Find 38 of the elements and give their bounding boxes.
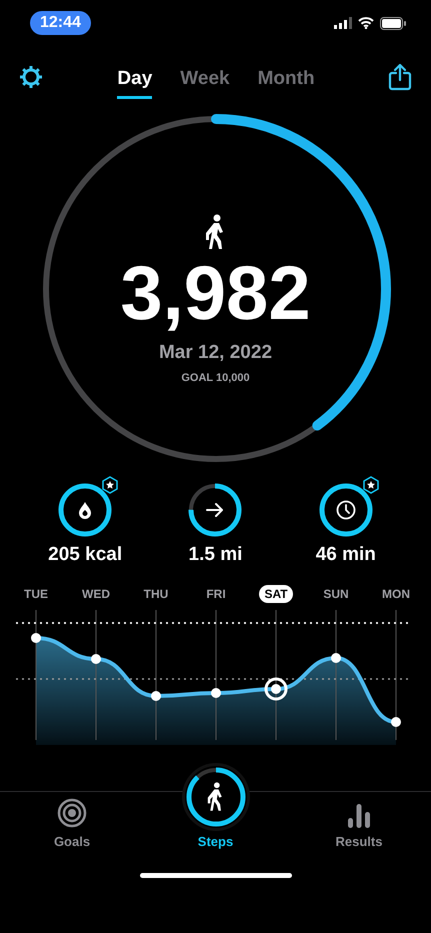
step-count: 3,982 <box>120 256 311 332</box>
target-icon <box>57 798 87 828</box>
day-label[interactable]: THU <box>138 585 174 603</box>
metric-value: 46 min <box>316 544 376 566</box>
tab-bar-item[interactable]: Results <box>317 759 401 849</box>
clock-icon <box>336 500 356 520</box>
data-point <box>271 684 281 694</box>
status-time: 12:44 <box>30 11 91 35</box>
day-label[interactable]: FRI <box>201 585 231 603</box>
selected-point-ring <box>264 678 288 700</box>
day-label[interactable]: MON <box>377 585 415 603</box>
arrow-right-icon <box>206 502 224 518</box>
share-icon[interactable] <box>388 63 412 91</box>
data-point <box>211 688 221 698</box>
metric-value: 205 kcal <box>48 544 122 566</box>
wifi-icon <box>358 17 374 29</box>
data-point <box>91 654 101 664</box>
settings-icon[interactable] <box>18 64 44 90</box>
battery-icon <box>380 16 406 30</box>
period-tab[interactable]: Day <box>117 62 152 98</box>
tab-bar-item[interactable]: Goals <box>30 759 114 849</box>
data-point <box>151 691 161 701</box>
metric-value: 1.5 mi <box>188 544 242 566</box>
goal-label: GOAL 10,000 <box>181 372 250 384</box>
flame-icon <box>78 501 92 519</box>
day-label[interactable]: SUN <box>318 585 354 603</box>
bar-chart-icon <box>347 804 371 828</box>
data-point <box>31 633 41 643</box>
date-label: Mar 12, 2022 <box>158 342 272 364</box>
period-tab[interactable]: Week <box>180 62 230 98</box>
signal-icon <box>334 17 352 29</box>
day-label[interactable]: WED <box>77 585 115 603</box>
data-point <box>391 717 401 727</box>
walking-person-icon <box>207 782 222 811</box>
day-label[interactable]: TUE <box>19 585 53 603</box>
data-point <box>331 653 341 663</box>
period-tab[interactable]: Month <box>258 62 315 98</box>
day-label[interactable]: SAT <box>259 585 293 603</box>
